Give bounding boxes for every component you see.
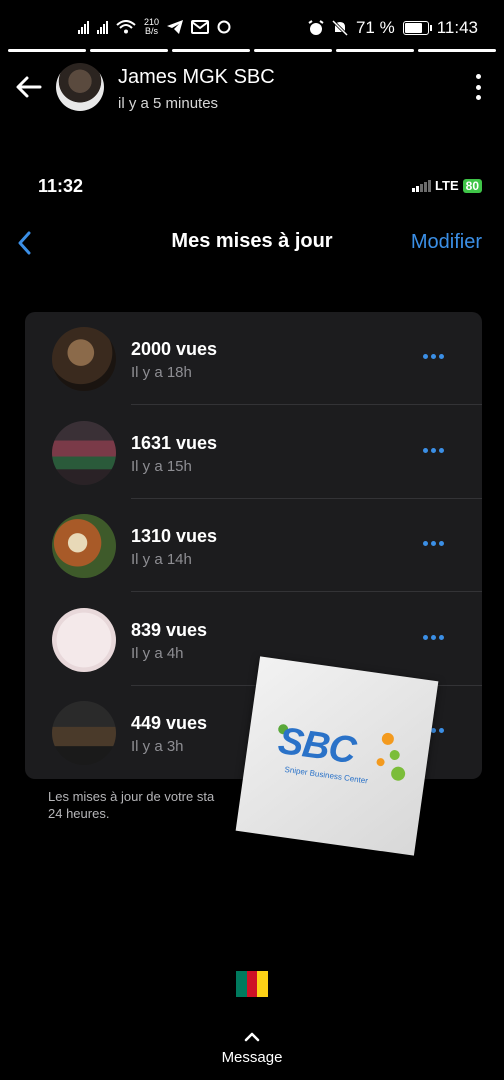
net-speed: 210 B/s <box>144 17 160 36</box>
update-more-icon <box>423 634 444 640</box>
flag-stripe <box>257 971 269 997</box>
inner-clock: 11:32 <box>38 176 84 196</box>
update-views: 2000 vues <box>131 339 218 359</box>
status-left-icons: 210 B/s <box>78 18 231 36</box>
inner-signal-icon <box>412 179 432 192</box>
ring-icon <box>217 20 231 34</box>
posted-time: il y a 5 minutes <box>118 95 219 112</box>
status-right-icons: 71 % 11:43 <box>308 18 478 38</box>
battery-level <box>404 23 422 33</box>
update-time: Il y a 4h <box>131 644 184 662</box>
story-progress-segment <box>418 49 496 52</box>
telegram-icon <box>167 20 184 34</box>
mute-icon <box>331 20 348 36</box>
story-progress-segment <box>172 49 250 52</box>
update-time: Il y a 18h <box>131 364 192 381</box>
cameroon-flag-icon <box>236 971 269 997</box>
update-time: Il y a 15h <box>131 457 192 475</box>
update-views: 449 vues <box>131 713 208 733</box>
flag-stripe <box>246 971 258 997</box>
alarm-icon <box>308 20 324 35</box>
inner-edit-label: Modifier <box>410 231 482 253</box>
update-thumbnail <box>52 327 116 391</box>
more-options-icon[interactable] <box>470 74 486 100</box>
update-row: 1631 vues Il y a 15h <box>25 406 482 499</box>
update-views: 1310 vues <box>131 526 218 546</box>
update-row: 1310 vues Il y a 14h <box>25 499 482 592</box>
story-progress-segment <box>8 49 86 52</box>
sender-name[interactable]: James MGK SBC <box>118 66 275 89</box>
inner-network: LTE <box>435 178 459 193</box>
inner-status-icons: LTE 80 <box>412 178 482 193</box>
clock: 11:43 <box>436 18 478 37</box>
update-thumbnail <box>52 514 116 578</box>
battery-percent: 71 % <box>355 18 395 37</box>
logo-bubble <box>381 732 395 746</box>
story-progress-segment <box>254 49 332 52</box>
update-time: Il y a 14h <box>131 551 192 568</box>
update-more-icon <box>423 447 444 453</box>
signal-icon-2 <box>97 20 108 34</box>
update-row: 2000 vues Il y a 18h <box>25 312 482 405</box>
update-thumbnail <box>52 420 116 485</box>
message-reply-button[interactable]: Message <box>0 1049 504 1066</box>
update-more-icon <box>423 354 444 359</box>
story-progress-bar <box>8 49 496 52</box>
story-progress-segment <box>90 49 168 52</box>
logo-bubble <box>376 757 386 767</box>
update-more-icon <box>423 541 444 546</box>
signal-icon <box>78 20 89 34</box>
update-thumbnail <box>52 607 116 672</box>
update-row: 839 vues Il y a 4h <box>25 593 482 686</box>
update-views: 839 vues <box>131 619 208 640</box>
story-progress-segment <box>336 49 414 52</box>
avatar[interactable] <box>56 63 104 111</box>
flag-stripe <box>236 971 247 997</box>
back-arrow-icon[interactable] <box>14 72 44 102</box>
update-thumbnail <box>52 701 116 765</box>
logo-bubble <box>390 765 407 782</box>
wifi-icon <box>116 20 136 34</box>
gmail-icon <box>191 20 210 34</box>
update-time: Il y a 3h <box>131 738 184 755</box>
battery-icon <box>402 21 432 35</box>
inner-battery: 80 <box>462 178 482 193</box>
logo-bubble <box>389 749 401 761</box>
update-views: 1631 vues <box>131 432 218 453</box>
sbc-logo-sticker: SBC Sniper Business Center <box>235 656 439 856</box>
chevron-up-icon[interactable] <box>244 1031 260 1043</box>
